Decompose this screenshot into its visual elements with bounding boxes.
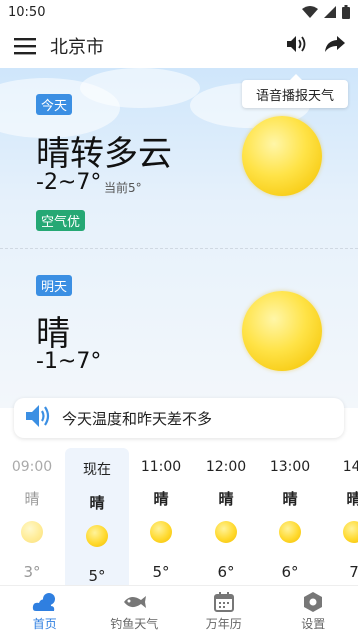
hour-time: 09:00: [11, 459, 53, 475]
hour-time: 13:00: [269, 459, 311, 475]
city-title[interactable]: 北京市: [50, 33, 104, 59]
voice-broadcast-button[interactable]: [284, 33, 310, 59]
tab-calendar[interactable]: 万年历: [179, 586, 269, 636]
hour-condition: 晴: [346, 490, 358, 508]
wifi-icon: [302, 6, 318, 18]
status-bar: 10:50: [0, 0, 358, 24]
sunny-cloudy-icon: [242, 116, 322, 196]
hour-time: 11:00: [140, 459, 182, 475]
hour-condition: 晴: [282, 490, 298, 508]
tab-label: 首页: [32, 616, 57, 631]
app-bar: 北京市: [0, 24, 358, 68]
fishing-icon: [121, 591, 147, 613]
hour-item[interactable]: 14: 晴 7: [322, 448, 358, 585]
temperature-notice[interactable]: 今天温度和昨天差不多: [14, 398, 344, 438]
menu-button[interactable]: [10, 31, 40, 61]
today-condition: 晴转多云: [36, 134, 172, 174]
hour-temp: 6°: [217, 563, 235, 581]
air-quality-tag[interactable]: 空气优: [36, 210, 86, 231]
sun-icon: [279, 521, 301, 543]
tab-label: 设置: [301, 616, 326, 631]
hour-temp: 3°: [23, 563, 41, 581]
tab-label: 钓鱼天气: [110, 616, 159, 631]
day-divider: [0, 248, 358, 249]
hourly-forecast[interactable]: 09:00 晴 3° 现在 晴 5° 11:00 晴 5° 12:00 晴 6°…: [0, 448, 358, 585]
hour-temp: 7: [349, 563, 358, 581]
share-icon: [324, 35, 346, 57]
hour-item[interactable]: 11:00 晴 5°: [129, 448, 193, 585]
sunny-icon: [242, 291, 322, 371]
tomorrow-tag: 明天: [36, 275, 73, 296]
signal-icon: [324, 6, 336, 18]
share-button[interactable]: [322, 33, 348, 59]
current-temp: 当前5°: [104, 181, 142, 195]
hour-temp: 6°: [281, 563, 299, 581]
hour-item[interactable]: 13:00 晴 6°: [258, 448, 322, 585]
sun-icon: [150, 521, 172, 543]
cloud-decoration: [80, 68, 200, 108]
battery-icon: [342, 5, 350, 19]
hour-condition: 晴: [218, 490, 234, 508]
hour-item[interactable]: 09:00 晴 3°: [0, 448, 64, 585]
calendar-icon: [213, 591, 235, 613]
hour-time: 14:: [342, 459, 358, 475]
tab-settings[interactable]: 设置: [269, 586, 358, 636]
hour-item-now[interactable]: 现在 晴 5°: [65, 448, 129, 585]
weather-home-icon: [32, 591, 58, 613]
sun-icon: [215, 521, 237, 543]
tab-home[interactable]: 首页: [0, 586, 90, 636]
tab-fishing[interactable]: 钓鱼天气: [90, 586, 180, 636]
hour-item[interactable]: 12:00 晴 6°: [194, 448, 258, 585]
hour-condition: 晴: [89, 494, 105, 512]
hour-time: 12:00: [205, 459, 247, 475]
hour-temp: 5°: [88, 567, 106, 585]
voice-broadcast-tooltip: 语音播报天气: [242, 74, 348, 108]
bottom-tab-bar: 首页 钓鱼天气 万年历 设置: [0, 585, 358, 636]
hour-condition: 晴: [153, 490, 169, 508]
hamburger-icon: [14, 37, 36, 55]
sun-icon: [21, 521, 43, 543]
tomorrow-condition: 晴: [36, 314, 70, 354]
notice-text: 今天温度和昨天差不多: [62, 409, 213, 428]
tomorrow-temp-range: -1~7°: [36, 349, 102, 374]
speaker-icon: [286, 35, 308, 57]
tab-label: 万年历: [205, 616, 242, 631]
settings-icon: [302, 591, 324, 613]
status-time: 10:50: [8, 4, 46, 20]
sun-icon: [343, 521, 358, 543]
hour-condition: 晴: [24, 490, 40, 508]
hour-time: 现在: [83, 462, 111, 478]
megaphone-icon: [24, 403, 52, 433]
today-temp-range: -2~7°: [36, 170, 102, 195]
hour-temp: 5°: [152, 563, 170, 581]
weather-hero: 今天 晴转多云 -2~7° 当前5° 空气优 明天 晴 -1~7°: [0, 68, 358, 408]
today-tag: 今天: [36, 94, 73, 115]
sun-icon: [86, 525, 108, 547]
